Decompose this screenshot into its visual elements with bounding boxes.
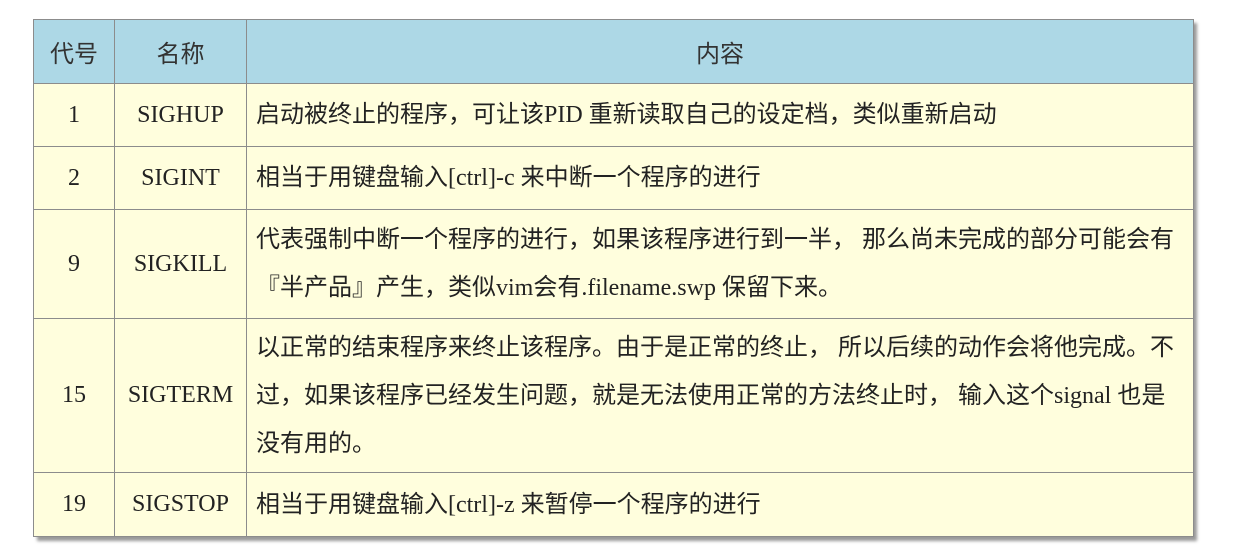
cell-code: 1 — [33, 83, 115, 147]
signal-table: 代号 名称 内容 1 SIGHUP 启动被终止的程序，可让该PID 重新读取自己… — [33, 19, 1194, 537]
cell-name: SIGHUP — [114, 83, 247, 147]
cell-code: 9 — [33, 209, 115, 319]
header-code: 代号 — [33, 19, 115, 84]
signal-table-container: 代号 名称 内容 1 SIGHUP 启动被终止的程序，可让该PID 重新读取自己… — [33, 19, 1194, 537]
table-row: 1 SIGHUP 启动被终止的程序，可让该PID 重新读取自己的设定档，类似重新… — [33, 83, 1194, 147]
cell-name: SIGKILL — [114, 209, 247, 319]
cell-code: 19 — [33, 472, 115, 537]
cell-code: 2 — [33, 146, 115, 210]
table-row: 19 SIGSTOP 相当于用键盘输入[ctrl]-z 来暂停一个程序的进行 — [33, 472, 1194, 537]
cell-content: 相当于用键盘输入[ctrl]-c 来中断一个程序的进行 — [246, 146, 1194, 210]
table-row: 2 SIGINT 相当于用键盘输入[ctrl]-c 来中断一个程序的进行 — [33, 146, 1194, 210]
cell-content: 相当于用键盘输入[ctrl]-z 来暂停一个程序的进行 — [246, 472, 1194, 537]
table-row: 9 SIGKILL 代表强制中断一个程序的进行，如果该程序进行到一半， 那么尚未… — [33, 209, 1194, 319]
cell-name: SIGINT — [114, 146, 247, 210]
header-name: 名称 — [114, 19, 247, 84]
cell-content: 代表强制中断一个程序的进行，如果该程序进行到一半， 那么尚未完成的部分可能会有『… — [246, 209, 1194, 319]
cell-content: 启动被终止的程序，可让该PID 重新读取自己的设定档，类似重新启动 — [246, 83, 1194, 147]
header-content: 内容 — [246, 19, 1194, 84]
cell-name: SIGSTOP — [114, 472, 247, 537]
table-body: 1 SIGHUP 启动被终止的程序，可让该PID 重新读取自己的设定档，类似重新… — [33, 83, 1194, 537]
cell-content: 以正常的结束程序来终止该程序。由于是正常的终止， 所以后续的动作会将他完成。不过… — [246, 318, 1194, 473]
header-row: 代号 名称 内容 — [33, 19, 1194, 84]
table-header: 代号 名称 内容 — [33, 19, 1194, 84]
cell-code: 15 — [33, 318, 115, 473]
cell-name: SIGTERM — [114, 318, 247, 473]
table-row: 15 SIGTERM 以正常的结束程序来终止该程序。由于是正常的终止， 所以后续… — [33, 318, 1194, 473]
